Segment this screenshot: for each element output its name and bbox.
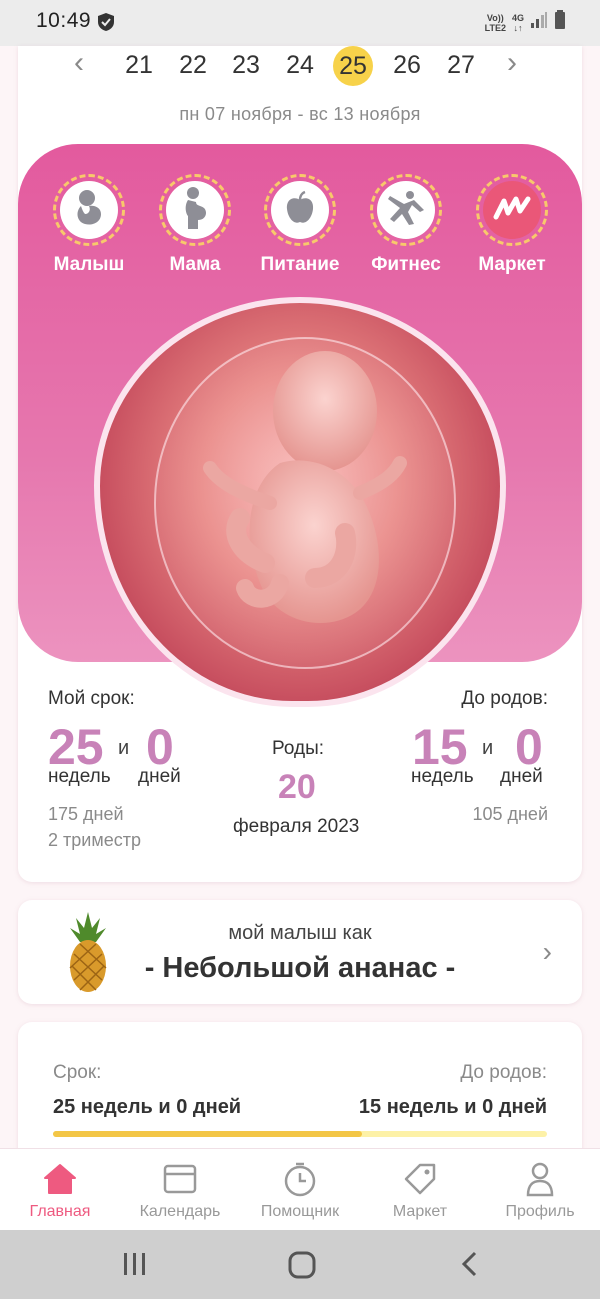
progress-term-value: 25 недель и 0 дней — [53, 1096, 242, 1118]
category-row: Малыш Мама Питание Фитнес Маркет — [18, 174, 582, 284]
volte-top: Vo)) — [486, 12, 504, 23]
calendar-icon — [120, 1159, 240, 1199]
shield-icon — [97, 12, 115, 37]
week-23[interactable]: 23 — [224, 46, 268, 86]
week-25-selected[interactable]: 25 — [333, 46, 373, 86]
embryo-image — [100, 303, 500, 701]
pregnancy-overview-card: ‹ 21 22 23 24 25 26 27 › пн 07 ноября - … — [18, 46, 582, 882]
system-navigation-bar — [0, 1230, 600, 1299]
term-weeks: 25 — [48, 719, 104, 775]
home-icon — [0, 1159, 120, 1199]
term-total-days: 175 дней — [48, 804, 124, 824]
embryo-illustration — [94, 297, 506, 707]
term-and: и — [118, 737, 130, 759]
until-birth-weeks-unit: недель — [411, 766, 474, 787]
week-27[interactable]: 27 — [439, 46, 483, 86]
until-birth-total-days: 105 дней — [472, 804, 548, 824]
birth-label: Роды: — [272, 738, 325, 759]
term-trimester: 2 триместр — [48, 830, 141, 850]
term-label: Мой срок: — [48, 688, 135, 709]
nav-market[interactable]: Маркет — [360, 1159, 480, 1221]
term-days-unit: дней — [138, 766, 181, 787]
apple-icon — [284, 190, 316, 231]
until-birth-and: и — [482, 737, 494, 759]
data-arrows-icon: ↓↑ — [513, 22, 523, 33]
week-24[interactable]: 24 — [278, 46, 322, 86]
term-days: 0 — [146, 719, 174, 775]
nav-home-label: Главная — [29, 1203, 91, 1220]
battery-icon — [554, 10, 566, 35]
progress-term-label: Срок: — [53, 1062, 102, 1083]
category-mom-circle — [159, 174, 231, 246]
pregnancy-progress-bar — [53, 1131, 547, 1137]
progress-until-value: 15 недель и 0 дней — [358, 1096, 547, 1118]
nav-assistant[interactable]: Помощник — [240, 1159, 360, 1221]
embryo-drawing — [154, 337, 456, 669]
market-logo-icon — [492, 193, 532, 228]
baby-size-card[interactable]: мой малыш как - Небольшой ананас - › — [18, 900, 582, 1004]
until-birth-days-unit: дней — [500, 766, 543, 787]
category-nutrition-circle — [264, 174, 336, 246]
next-week-chevron-icon[interactable]: › — [507, 48, 517, 78]
baby-size-caption: мой малыш как — [228, 922, 372, 944]
birth-month-year: февраля 2023 — [233, 816, 360, 837]
category-fitness[interactable]: Фитнес — [351, 174, 461, 276]
category-baby-label: Малыш — [53, 254, 125, 275]
network-indicator: 4G ↓↑ — [512, 13, 524, 33]
fitness-icon — [384, 188, 428, 233]
baby-size-title: - Небольшой ананас - — [144, 952, 456, 984]
until-birth-label: До родов: — [461, 688, 548, 709]
home-button-icon[interactable] — [287, 1250, 317, 1285]
recent-apps-icon[interactable] — [121, 1250, 149, 1283]
category-nutrition-label: Питание — [260, 254, 340, 275]
category-baby-circle — [53, 174, 125, 246]
week-date-range: пн 07 ноября - вс 13 ноября — [179, 104, 421, 124]
week-21[interactable]: 21 — [117, 46, 161, 86]
nav-market-label: Маркет — [392, 1203, 448, 1220]
category-mom-label: Мама — [169, 254, 221, 275]
pregnancy-progress-fill — [53, 1131, 362, 1137]
birth-day: 20 — [278, 768, 316, 806]
previous-week-chevron-icon[interactable]: ‹ — [74, 48, 84, 78]
category-market-label: Маркет — [478, 254, 546, 275]
category-fitness-circle — [370, 174, 442, 246]
until-birth-weeks: 15 — [412, 719, 468, 775]
category-baby[interactable]: Малыш — [34, 174, 144, 276]
term-weeks-unit: недель — [48, 766, 111, 787]
week-22[interactable]: 22 — [171, 46, 215, 86]
category-nutrition[interactable]: Питание — [245, 174, 355, 276]
nav-profile[interactable]: Профиль — [480, 1159, 600, 1221]
baby-icon — [71, 188, 107, 233]
chevron-right-icon: › — [542, 936, 552, 967]
nav-assistant-label: Помощник — [260, 1203, 340, 1220]
category-fitness-label: Фитнес — [371, 254, 441, 275]
timer-icon — [240, 1159, 360, 1199]
nav-profile-label: Профиль — [505, 1203, 575, 1220]
status-bar: 10:49 Vo)) LTE2 4G ↓↑ — [0, 0, 600, 46]
bottom-navigation: Главная Календарь Помощник Маркет Профил… — [0, 1148, 600, 1230]
week-selector: ‹ 21 22 23 24 25 26 27 › — [18, 46, 582, 86]
nav-calendar-label: Календарь — [139, 1203, 221, 1220]
profile-icon — [480, 1159, 600, 1199]
progress-until-label: До родов: — [460, 1062, 547, 1083]
category-market-circle — [476, 174, 548, 246]
category-market[interactable]: Маркет — [457, 174, 567, 276]
status-time: 10:49 — [36, 9, 92, 32]
week-26[interactable]: 26 — [385, 46, 429, 86]
signal-icon — [530, 11, 548, 34]
volte-indicator: Vo)) LTE2 — [485, 13, 506, 33]
nav-home[interactable]: Главная — [0, 1159, 120, 1221]
tag-icon — [360, 1159, 480, 1199]
back-icon[interactable] — [458, 1250, 482, 1283]
until-birth-days: 0 — [515, 719, 543, 775]
nav-calendar[interactable]: Календарь — [120, 1159, 240, 1221]
pregnant-mother-icon — [178, 186, 212, 235]
network-type: 4G — [511, 12, 524, 23]
category-mom[interactable]: Мама — [140, 174, 250, 276]
volte-bottom: LTE2 — [484, 22, 506, 33]
status-indicators: Vo)) LTE2 4G ↓↑ — [485, 10, 566, 35]
